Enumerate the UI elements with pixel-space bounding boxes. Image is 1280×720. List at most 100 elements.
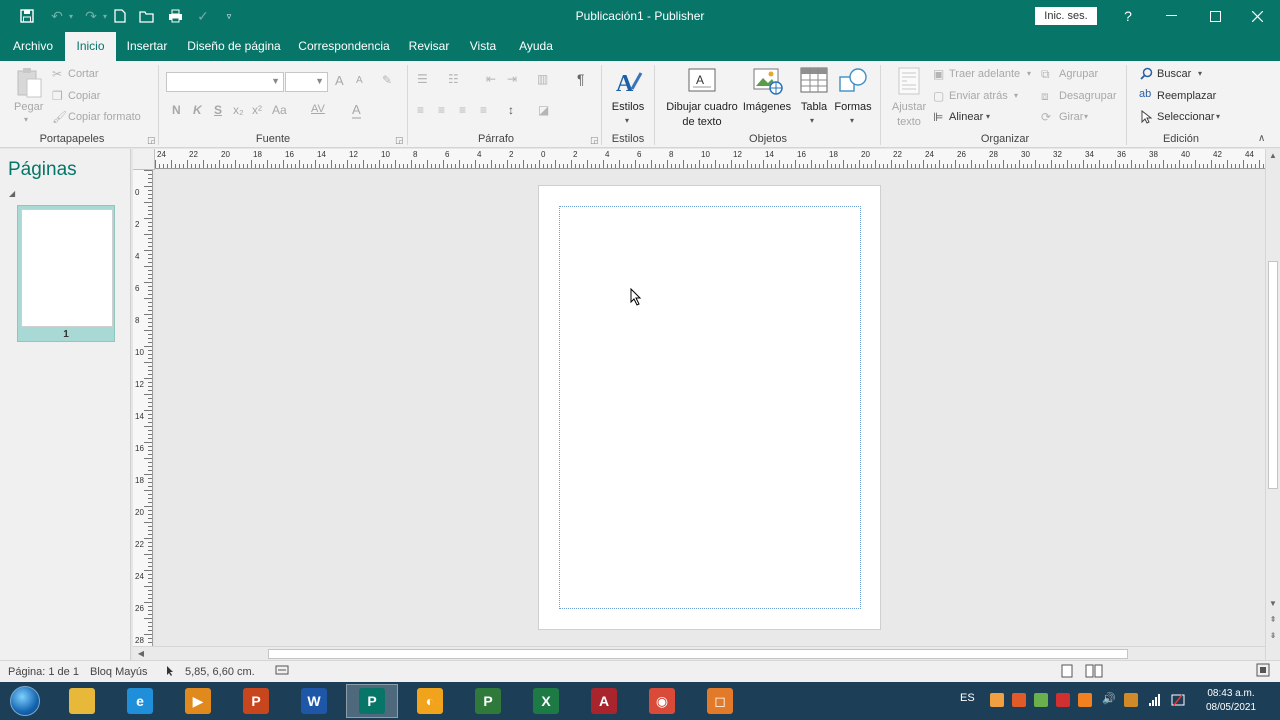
rotate-button[interactable]: Girar: [1059, 111, 1083, 123]
table-icon[interactable]: [800, 67, 828, 96]
decrease-indent-icon[interactable]: ⇤: [486, 72, 496, 86]
previous-page-icon[interactable]: ⇞: [1266, 613, 1280, 626]
shapes-button[interactable]: Formas: [832, 100, 874, 114]
tray-app-icon[interactable]: [1056, 693, 1070, 707]
numbering-icon[interactable]: ☷: [448, 72, 459, 86]
tab-inicio[interactable]: Inicio: [65, 32, 116, 61]
align-dropdown-icon[interactable]: ▾: [986, 112, 990, 121]
font-name-combo[interactable]: ▼: [166, 72, 284, 92]
tab-correspondencia[interactable]: Correspondencia: [295, 32, 393, 61]
single-page-view-icon[interactable]: [1060, 664, 1074, 681]
styles-button[interactable]: Estilos: [608, 100, 648, 114]
taskbar-app-publisher[interactable]: P: [346, 684, 398, 718]
vertical-scrollbar[interactable]: ▲ ▼ ⇞ ⇟: [1265, 149, 1280, 660]
change-case-button[interactable]: Aa: [272, 103, 287, 117]
tray-app-icon[interactable]: [1034, 693, 1048, 707]
shapes-dropdown-icon[interactable]: ▾: [850, 116, 854, 125]
columns-icon[interactable]: ▥: [537, 72, 548, 86]
character-spacing-button[interactable]: AV: [311, 103, 325, 115]
vertical-scroll-thumb[interactable]: [1268, 261, 1278, 489]
taskbar-app-word[interactable]: W: [288, 684, 340, 718]
styles-icon[interactable]: A: [614, 67, 644, 100]
styles-dropdown-icon[interactable]: ▾: [625, 116, 629, 125]
table-button[interactable]: Tabla: [796, 100, 832, 114]
sign-in-button[interactable]: Inic. ses.: [1035, 7, 1097, 25]
taskbar-app-excel[interactable]: X: [520, 684, 572, 718]
tab-ayuda[interactable]: Ayuda: [512, 32, 560, 61]
taskbar-app-screen-recorder[interactable]: ◻: [694, 684, 746, 718]
draw-textbox-icon[interactable]: A: [688, 67, 716, 98]
tab-vista[interactable]: Vista: [464, 32, 502, 61]
two-page-view-icon[interactable]: [1085, 664, 1103, 681]
collapse-triangle-icon[interactable]: ◢: [9, 189, 15, 198]
close-icon[interactable]: [1234, 0, 1280, 32]
workspace-canvas[interactable]: [155, 170, 1265, 646]
taskbar-app-project[interactable]: P: [462, 684, 514, 718]
font-size-combo[interactable]: ▼: [285, 72, 328, 92]
taskbar-app-access[interactable]: A: [578, 684, 630, 718]
ungroup-button[interactable]: Desagrupar: [1059, 90, 1116, 102]
collapse-ribbon-icon[interactable]: ∧: [1258, 133, 1265, 144]
shading-icon[interactable]: ◪: [538, 103, 549, 117]
images-button[interactable]: Imágenes: [740, 100, 794, 114]
volume-icon[interactable]: 🔊: [1102, 692, 1116, 706]
send-backward-button[interactable]: Enviar atrás: [949, 90, 1008, 102]
horizontal-scroll-thumb[interactable]: [268, 649, 1128, 659]
bring-forward-button[interactable]: Traer adelante: [949, 68, 1020, 80]
taskbar-app-powerpoint[interactable]: P: [230, 684, 282, 718]
tray-app-icon[interactable]: [1124, 693, 1138, 707]
group-button[interactable]: Agrupar: [1059, 68, 1098, 80]
align-right-icon[interactable]: ≡: [459, 103, 466, 117]
send-backward-dropdown-icon[interactable]: ▾: [1014, 91, 1018, 100]
tab-diseno-de-pagina[interactable]: Diseño de página: [182, 32, 286, 61]
increase-indent-icon[interactable]: ⇥: [507, 72, 517, 86]
draw-textbox-label-1[interactable]: Dibujar cuadro: [662, 100, 742, 114]
horizontal-ruler[interactable]: 24 22 20 18 16 14 12 10 8 6 4 2 0 2 4 6 8 10 12 14 16 18 20 22 2…: [155, 149, 1265, 169]
images-icon[interactable]: [753, 67, 783, 98]
find-dropdown-icon[interactable]: ▾: [1198, 69, 1202, 78]
select-button[interactable]: Seleccionar: [1157, 111, 1214, 123]
bullets-icon[interactable]: ☰: [417, 72, 428, 86]
paragraph-launcher-icon[interactable]: ◲: [590, 135, 599, 146]
font-launcher-icon[interactable]: ◲: [395, 135, 404, 146]
cut-button[interactable]: Cortar: [68, 68, 99, 80]
ruler-corner[interactable]: [133, 149, 155, 170]
wrap-text-label-2[interactable]: texto: [886, 115, 932, 129]
taskbar-app-explorer[interactable]: [56, 684, 108, 718]
minimize-icon[interactable]: [1148, 0, 1194, 32]
tab-insertar[interactable]: Insertar: [122, 32, 172, 61]
action-center-icon[interactable]: [1171, 693, 1185, 707]
horizontal-scrollbar[interactable]: ◀: [133, 646, 1265, 660]
align-center-icon[interactable]: ≡: [438, 103, 445, 117]
format-painter-button[interactable]: Copiar formato: [68, 111, 141, 123]
subscript-button[interactable]: x₂: [233, 103, 244, 117]
align-left-icon[interactable]: ≡: [417, 103, 424, 117]
help-button[interactable]: ?: [1105, 0, 1151, 32]
next-page-icon[interactable]: ⇟: [1266, 629, 1280, 642]
maximize-icon[interactable]: [1192, 0, 1238, 32]
underline-button[interactable]: S: [214, 103, 222, 117]
paste-label[interactable]: Pegar: [14, 101, 43, 113]
taskbar-app-internet-explorer[interactable]: e: [114, 684, 166, 718]
scroll-left-icon[interactable]: ◀: [135, 647, 147, 660]
select-dropdown-icon[interactable]: ▾: [1216, 112, 1220, 121]
page-thumbnail[interactable]: 1: [17, 205, 115, 342]
taskbar-app-media-player[interactable]: ▶: [172, 684, 224, 718]
draw-textbox-label-2[interactable]: de texto: [662, 115, 742, 129]
fit-page-icon[interactable]: [1256, 663, 1270, 680]
bold-button[interactable]: N: [172, 103, 181, 117]
tab-revisar[interactable]: Revisar: [404, 32, 454, 61]
clear-formatting-icon[interactable]: ✎: [382, 73, 392, 87]
vertical-ruler[interactable]: 0 2 4 6 8 10 12 14 16 18 20 22 24 26 28: [133, 170, 153, 646]
scroll-up-icon[interactable]: ▲: [1266, 149, 1280, 162]
scroll-down-icon[interactable]: ▼: [1266, 597, 1280, 610]
tray-app-icon[interactable]: [1078, 693, 1092, 707]
clipboard-launcher-icon[interactable]: ◲: [147, 135, 156, 146]
shapes-icon[interactable]: [838, 67, 868, 98]
publication-page[interactable]: [538, 185, 881, 630]
line-spacing-icon[interactable]: ↕: [508, 103, 514, 117]
tab-archivo[interactable]: Archivo: [6, 32, 60, 61]
taskbar-app-chrome[interactable]: ◉: [636, 684, 688, 718]
start-button[interactable]: [4, 684, 46, 718]
replace-button[interactable]: Reemplazar: [1157, 90, 1216, 102]
